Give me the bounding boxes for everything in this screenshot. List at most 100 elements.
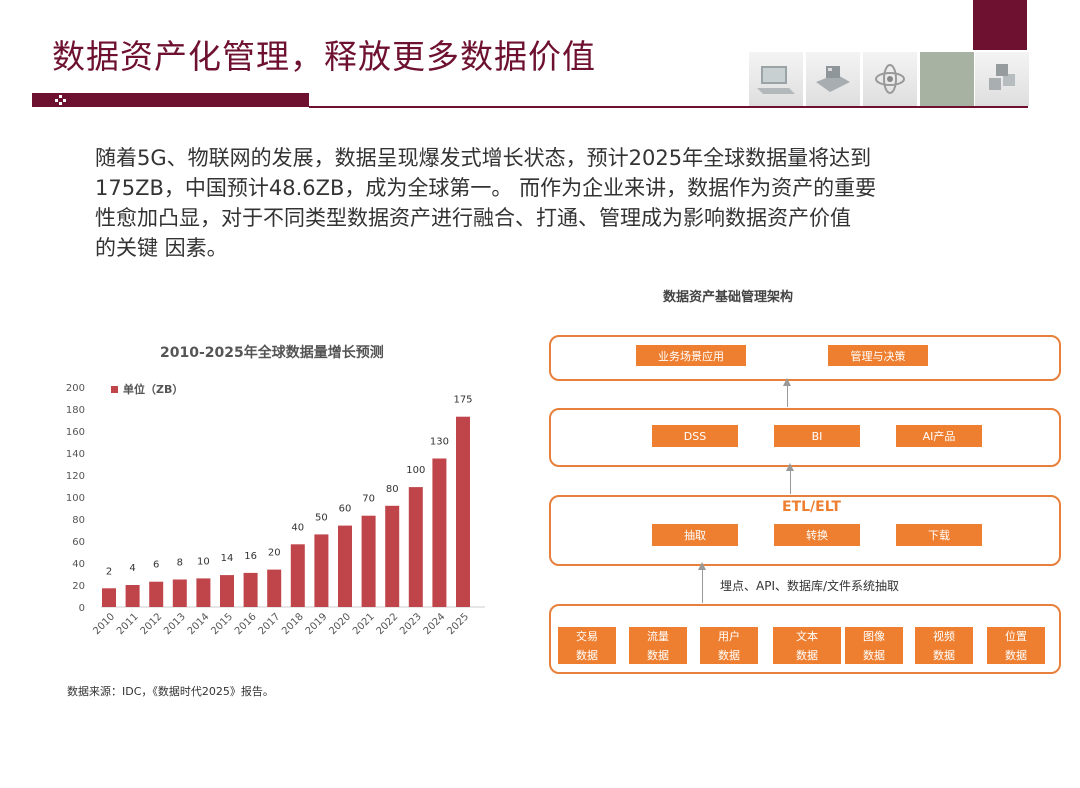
box-line: 数据 — [863, 648, 885, 662]
legend-swatch — [111, 386, 118, 393]
x-tick-label: 2016 — [233, 611, 259, 637]
bar — [361, 515, 376, 607]
box-dss: DSS — [652, 425, 738, 447]
bar — [149, 581, 164, 607]
box-location-data: 位置 数据 — [987, 627, 1045, 664]
chart-title: 2010-2025年全球数据量增长预测 — [160, 345, 384, 361]
y-tick-label: 200 — [66, 383, 85, 394]
x-tick-label: 2011 — [115, 611, 141, 637]
y-tick-label: 40 — [72, 559, 85, 570]
x-tick-label: 2021 — [351, 611, 377, 637]
box-line: 视频 — [933, 629, 955, 643]
bar — [172, 579, 187, 607]
box-transform: 转换 — [774, 524, 860, 546]
data-label: 60 — [339, 504, 352, 515]
data-label: 16 — [244, 551, 257, 562]
arrow-up — [786, 463, 794, 494]
box-line: 图像 — [863, 629, 885, 643]
x-tick-label: 2020 — [327, 611, 353, 637]
x-tick-label: 2013 — [162, 611, 188, 637]
data-label: 6 — [153, 560, 159, 571]
corner-block — [973, 0, 1027, 50]
box-line: 流量 — [647, 629, 669, 643]
intro-paragraph: 随着5G、物联网的发展，数据呈现爆发式增长状态，预计2025年全球数据量将达到 … — [95, 143, 995, 263]
intro-line: 的关键 因素。 — [95, 236, 228, 260]
x-tick-label: 2018 — [280, 611, 306, 637]
bar — [267, 569, 282, 607]
legend-label: 单位（ZB） — [123, 382, 183, 396]
bar — [220, 575, 234, 607]
arrow-up — [698, 562, 706, 603]
atom-icon — [863, 52, 917, 106]
data-label: 70 — [362, 494, 375, 505]
bar — [456, 416, 470, 607]
box-business-scenario: 业务场景应用 — [636, 345, 746, 366]
data-growth-chart: 0204060801001201401601802002201042011620… — [66, 382, 485, 637]
y-tick-label: 60 — [72, 537, 85, 548]
box-transaction-data: 交易 数据 — [558, 627, 616, 664]
laptop-icon — [749, 52, 803, 106]
etl-label: ETL/ELT — [782, 499, 841, 515]
y-tick-label: 160 — [66, 427, 85, 438]
box-bi: BI — [774, 425, 860, 447]
data-label: 4 — [129, 563, 135, 574]
box-line: 文本 — [796, 629, 818, 643]
data-label: 100 — [406, 465, 425, 476]
x-tick-label: 2014 — [186, 611, 212, 637]
y-tick-label: 20 — [72, 581, 85, 592]
box-line: 用户 — [718, 629, 740, 643]
x-tick-label: 2019 — [304, 611, 330, 637]
y-tick-label: 0 — [79, 603, 85, 614]
data-label: 2 — [106, 566, 112, 577]
data-label: 10 — [197, 556, 210, 567]
architecture-title: 数据资产基础管理架构 — [663, 290, 794, 305]
x-tick-label: 2023 — [398, 611, 424, 637]
y-tick-label: 100 — [66, 493, 85, 504]
data-label: 50 — [315, 512, 328, 523]
bar — [314, 534, 329, 607]
bar — [432, 458, 447, 607]
box-traffic-data: 流量 数据 — [629, 627, 687, 664]
box-image-data: 图像 数据 — [845, 627, 903, 664]
y-tick-label: 80 — [72, 515, 85, 526]
bar — [243, 572, 258, 607]
box-extract: 抽取 — [652, 524, 738, 546]
data-label: 14 — [221, 553, 234, 564]
bar — [102, 588, 116, 607]
data-label: 130 — [430, 437, 449, 448]
y-tick-label: 180 — [66, 405, 85, 416]
bar — [385, 505, 400, 607]
data-label: 80 — [386, 484, 399, 495]
data-label: 175 — [453, 395, 472, 406]
x-tick-label: 2025 — [445, 611, 471, 637]
x-tick-label: 2012 — [139, 611, 165, 637]
x-tick-label: 2022 — [375, 611, 401, 637]
x-tick-label: 2010 — [91, 611, 117, 637]
bar — [290, 544, 305, 607]
thumbnail-block — [920, 52, 974, 106]
bar — [338, 525, 352, 607]
data-label: 20 — [268, 548, 281, 559]
bar — [125, 585, 140, 607]
layer-application — [549, 335, 1061, 381]
x-tick-label: 2015 — [209, 611, 235, 637]
box-line: 数据 — [796, 648, 818, 662]
box-line: 数据 — [933, 648, 955, 662]
extract-note: 埋点、API、数据库/文件系统抽取 — [720, 579, 900, 593]
box-ai-product: AI产品 — [896, 425, 982, 447]
cubes-icon — [975, 52, 1029, 106]
x-tick-label: 2024 — [422, 611, 448, 637]
box-management-decision: 管理与决策 — [828, 345, 928, 366]
data-label: 40 — [291, 522, 304, 533]
intro-line: 175ZB，中国预计48.6ZB，成为全球第一。 而作为企业来讲，数据作为资产的… — [95, 176, 877, 200]
header-thumbnails — [749, 52, 1029, 106]
box-line: 数据 — [647, 648, 669, 662]
x-tick-label: 2017 — [257, 611, 283, 637]
box-line: 交易 — [576, 629, 598, 643]
header-bar — [32, 93, 309, 107]
data-label: 8 — [177, 558, 183, 569]
header-rule — [309, 106, 1028, 108]
intro-line: 性愈加凸显，对于不同类型数据资产进行融合、打通、管理成为影响数据资产价值 — [95, 206, 851, 230]
diamond-dots-icon — [55, 95, 66, 105]
page-title: 数据资产化管理，释放更多数据价值 — [52, 37, 596, 76]
